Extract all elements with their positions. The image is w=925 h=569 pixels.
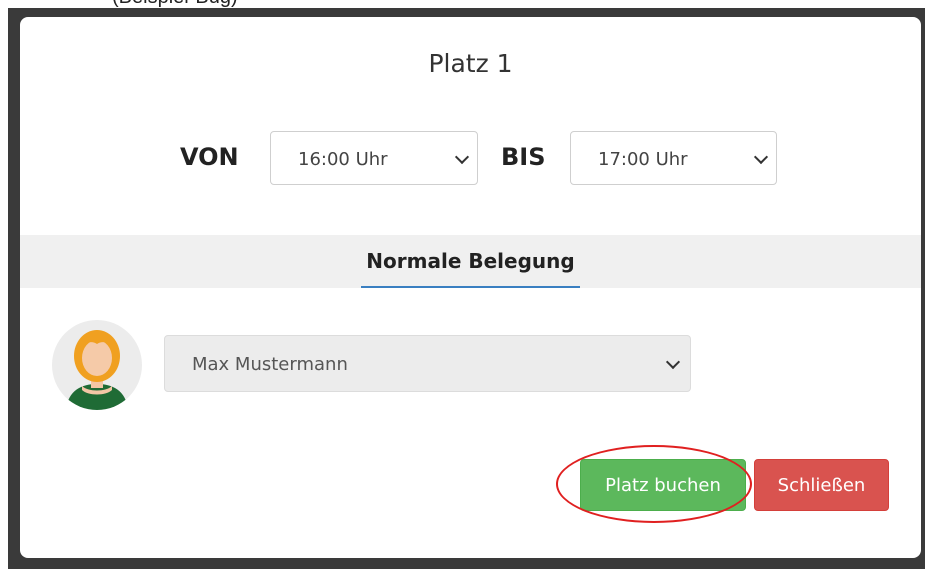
tab-normale-belegung[interactable]: Normale Belegung bbox=[361, 235, 580, 288]
to-time-value: 17:00 Uhr bbox=[598, 149, 688, 170]
background-page-strip: (Beispiel-Bug) bbox=[0, 0, 925, 8]
modal-title: Platz 1 bbox=[428, 49, 513, 78]
close-button[interactable]: Schließen bbox=[754, 459, 889, 511]
book-button[interactable]: Platz buchen bbox=[580, 459, 746, 511]
chevron-down-icon bbox=[665, 354, 681, 370]
background-page-text: (Beispiel-Bug) bbox=[112, 0, 238, 8]
to-label: BIS bbox=[501, 143, 546, 171]
person-select[interactable]: Max Mustermann bbox=[164, 335, 691, 392]
from-label: VON bbox=[180, 143, 239, 171]
from-time-value: 16:00 Uhr bbox=[298, 149, 388, 170]
from-time-select[interactable]: 16:00 Uhr bbox=[270, 131, 478, 185]
to-time-select[interactable]: 17:00 Uhr bbox=[570, 131, 777, 185]
tab-bar: Normale Belegung bbox=[20, 235, 921, 288]
user-avatar-icon bbox=[52, 320, 142, 410]
chevron-down-icon bbox=[753, 149, 769, 165]
chevron-down-icon bbox=[454, 149, 470, 165]
booking-modal: Platz 1 VON 16:00 Uhr BIS 17:00 Uhr Norm… bbox=[20, 17, 921, 558]
tab-label: Normale Belegung bbox=[366, 249, 575, 273]
person-value: Max Mustermann bbox=[192, 354, 348, 375]
